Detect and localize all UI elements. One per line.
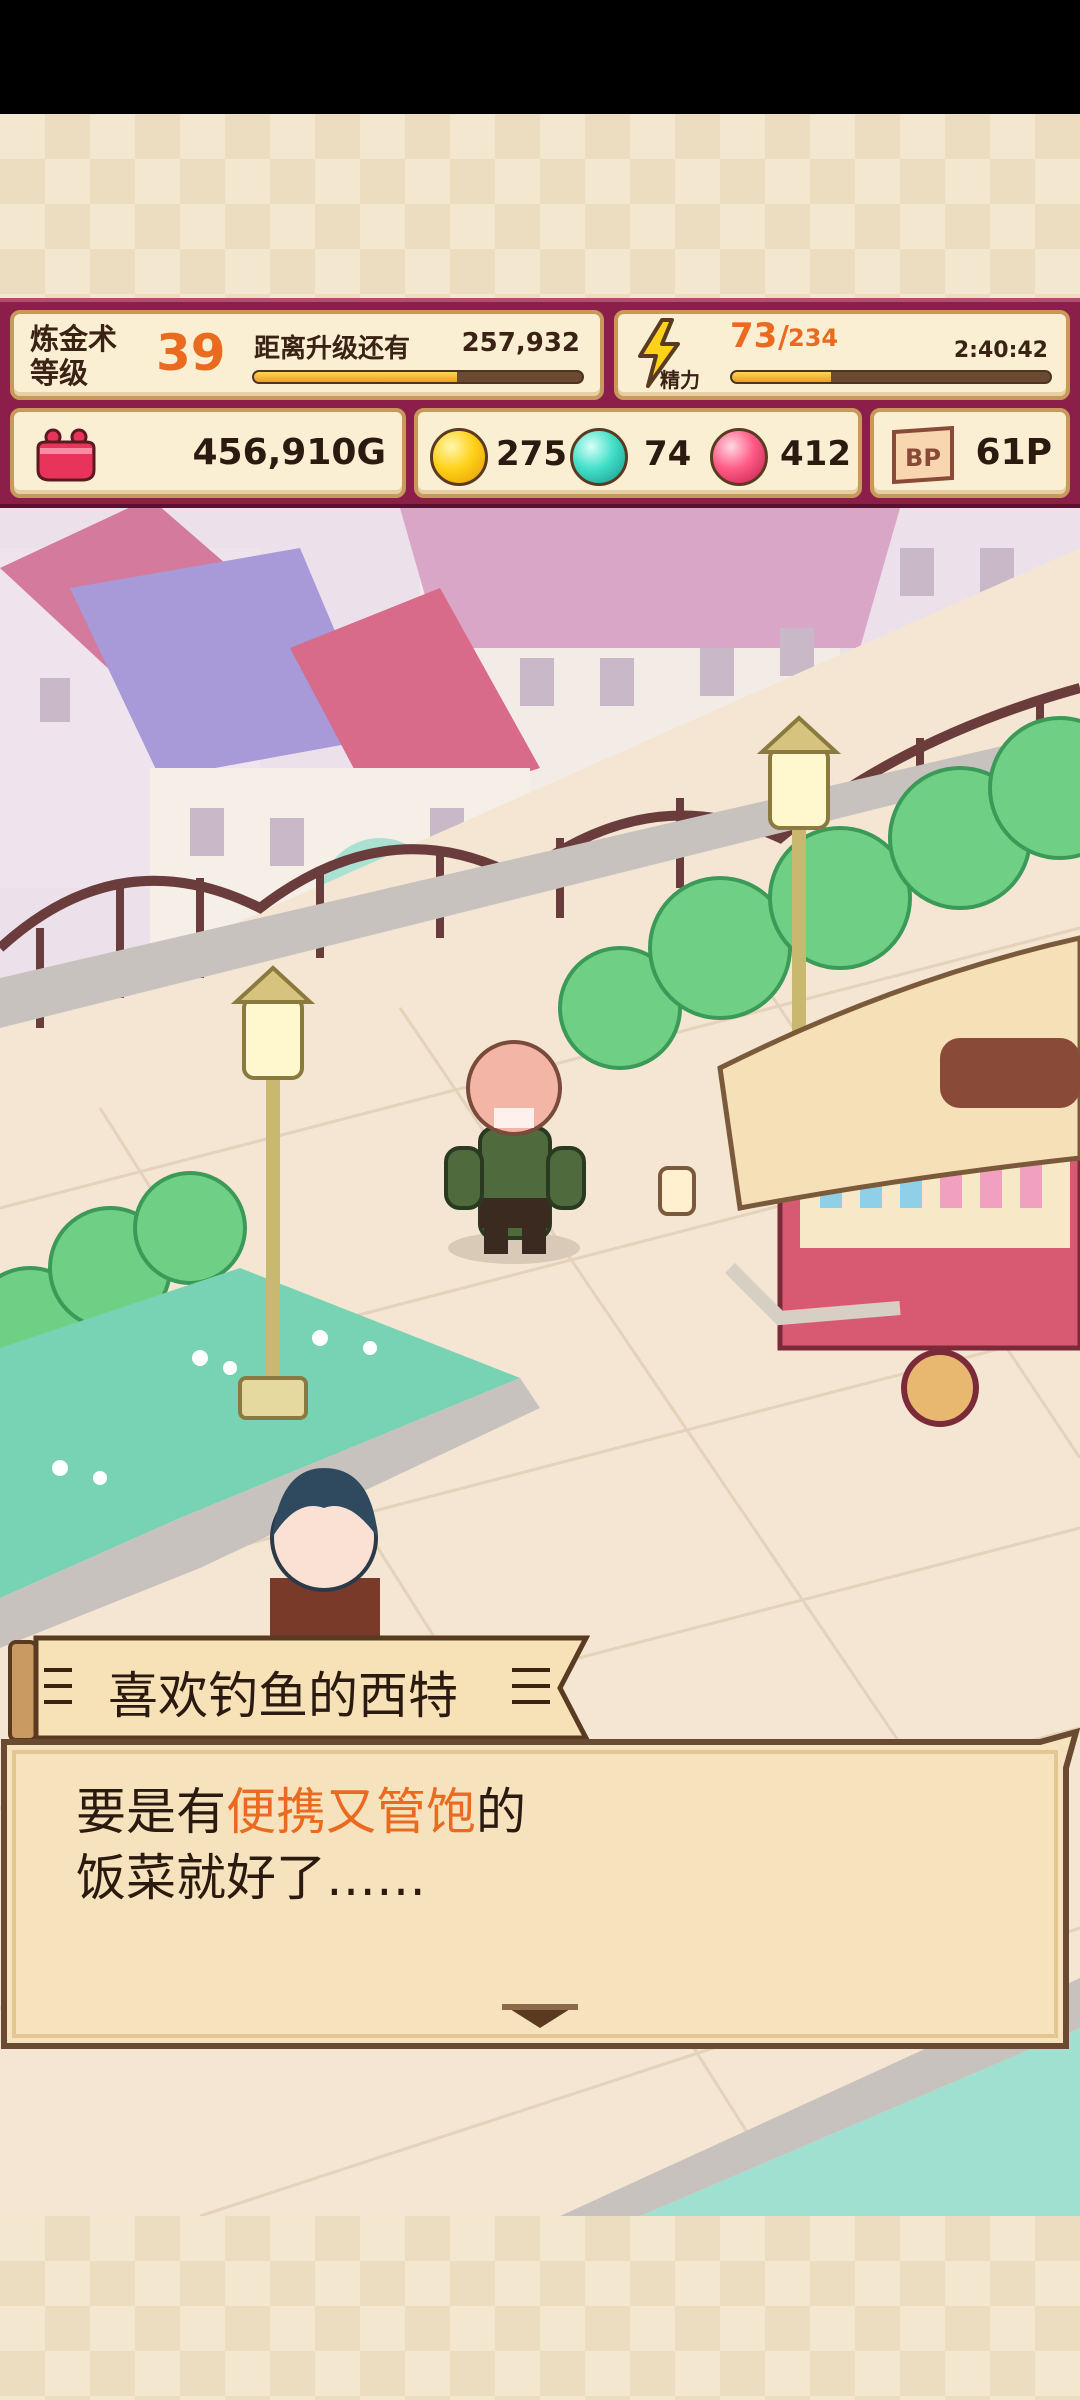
- bp-amount: 61P: [975, 432, 1052, 473]
- bp-panel[interactable]: BP 61P: [870, 408, 1070, 498]
- level-label: 炼金术 等级: [30, 322, 118, 390]
- speaker-name: 喜欢钓鱼的西特: [108, 1667, 458, 1725]
- stamina-timer: 2:40:42: [953, 338, 1048, 363]
- stamina-label: 精力: [660, 368, 700, 392]
- exp-progress-bar: [252, 370, 584, 384]
- pink-orb-icon: [710, 428, 768, 486]
- advance-arrow-icon[interactable]: [498, 2000, 582, 2030]
- level-value: 39: [156, 324, 226, 382]
- stamina-current: 73: [730, 316, 778, 356]
- next-level-label: 距离升级还有: [254, 334, 411, 364]
- yellow-orb-icon: [430, 428, 488, 486]
- gold-panel[interactable]: 456,910G: [10, 408, 406, 498]
- stamina-panel[interactable]: 精力 73 / 234 2:40:42: [614, 310, 1070, 400]
- svg-text:BP: BP: [905, 444, 941, 472]
- stamina-progress-bar: [730, 370, 1052, 384]
- pink-orb-count: 412: [780, 434, 851, 474]
- background-pattern-top: [0, 114, 1080, 298]
- stamina-max: 234: [788, 324, 839, 352]
- dialogue-highlight: 便携又管饱: [226, 1783, 476, 1841]
- dialogue-line-1: 要是有便携又管饱的: [76, 1783, 526, 1841]
- bp-ticket-icon: BP: [892, 425, 954, 485]
- orbs-panel[interactable]: 275 74 412: [414, 408, 862, 498]
- dialogue-line-2: 饭菜就好了……: [76, 1849, 426, 1907]
- purse-icon: [36, 428, 96, 482]
- yellow-orb-count: 275: [496, 434, 567, 474]
- level-panel[interactable]: 炼金术 等级 39 距离升级还有 257,932: [10, 310, 604, 400]
- exp-remaining: 257,932: [461, 328, 580, 358]
- hud-bar: 炼金术 等级 39 距离升级还有 257,932 精力 73 / 234 2:40…: [0, 298, 1080, 508]
- teal-orb-count: 74: [644, 434, 692, 474]
- gold-amount: 456,910G: [192, 432, 386, 473]
- teal-orb-icon: [570, 428, 628, 486]
- background-pattern-bottom: [0, 2216, 1080, 2400]
- status-bar: [0, 0, 1080, 114]
